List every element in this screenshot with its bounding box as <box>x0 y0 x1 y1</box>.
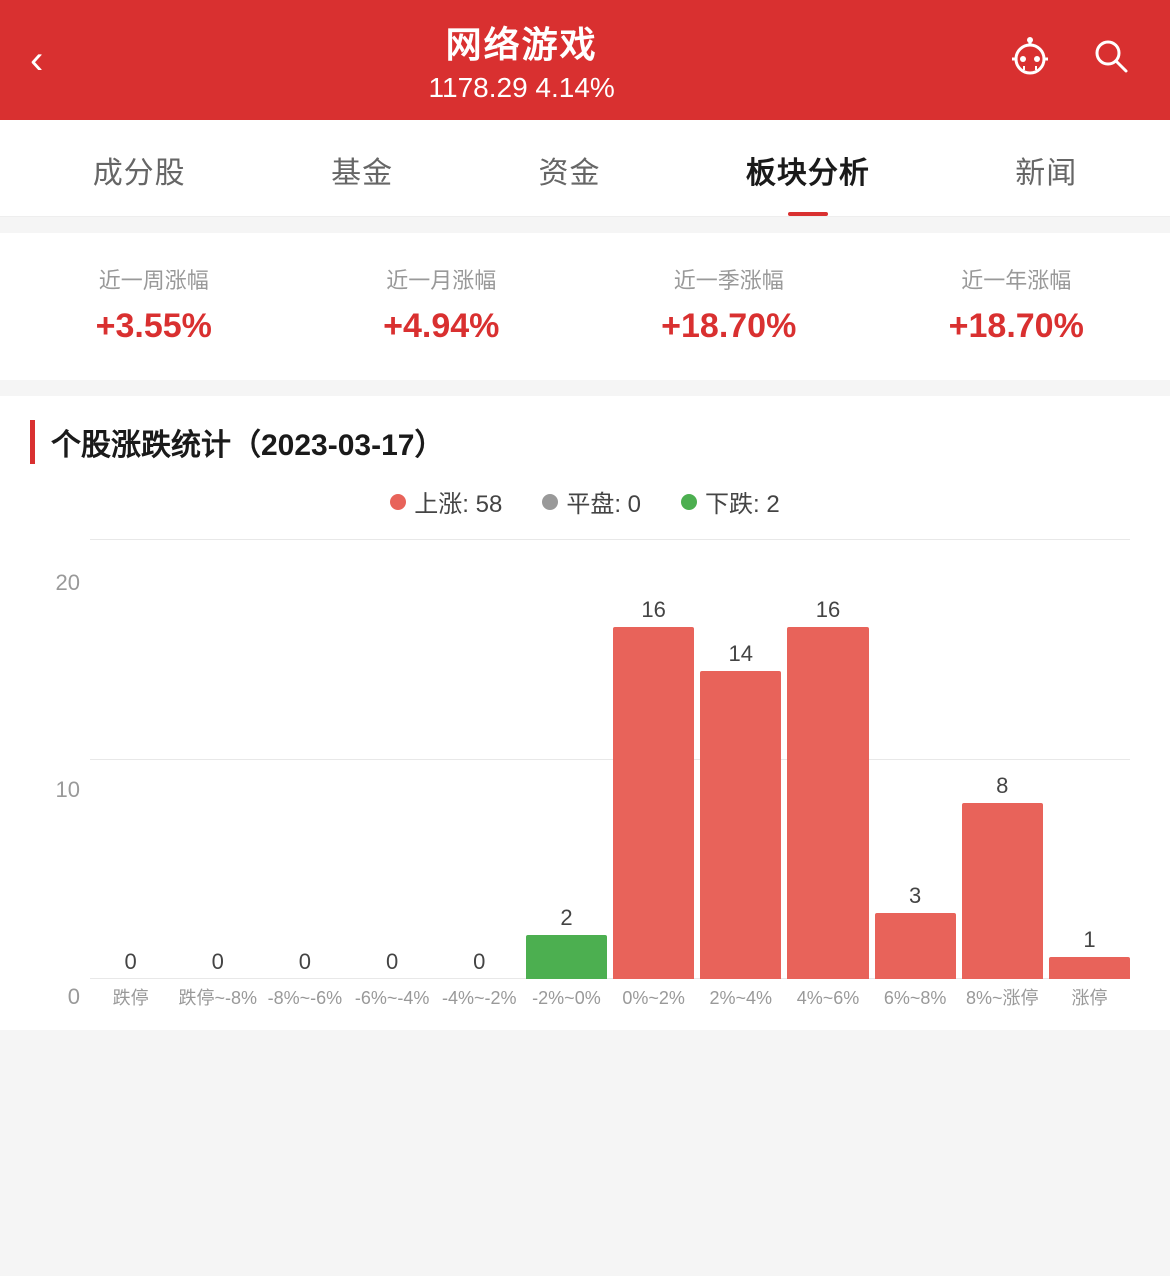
x-label-9: 6%~8% <box>875 987 956 1010</box>
x-label-7: 2%~4% <box>700 987 781 1010</box>
chart-wrapper: 20 10 0 000002161416381 跌停跌停~-8%-8%~-6%-… <box>40 539 1130 1010</box>
tab-fund[interactable]: 基金 <box>311 120 413 216</box>
chart-section: 个股涨跌统计（2023-03-17） 上涨: 58 平盘: 0 下跌: 2 20… <box>0 396 1170 1030</box>
bars-row: 0 0 0 0 0 2 16 14 16 3 8 1 <box>90 539 1130 979</box>
bar-value-5: 2 <box>560 905 572 931</box>
bar-7 <box>700 671 781 979</box>
bar-value-7: 14 <box>729 641 753 667</box>
tab-capital[interactable]: 资金 <box>518 120 620 216</box>
bar-col-8: 16 <box>787 597 868 979</box>
bar-8 <box>787 627 868 979</box>
legend-up: 上涨: 58 <box>390 484 502 519</box>
x-labels: 跌停跌停~-8% -8%~-6% -6%~-4% -4%~-2% -2%~0% 0%~2%… <box>90 987 1130 1010</box>
bar-11 <box>1049 957 1130 979</box>
section-title: 个股涨跌统计（2023-03-17） <box>30 420 1140 464</box>
x-label-6: 0%~2% <box>613 987 694 1010</box>
bar-col-6: 16 <box>613 597 694 979</box>
bar-value-2: 0 <box>299 949 311 975</box>
bar-value-11: 1 <box>1083 927 1095 953</box>
stat-quarter-label: 近一季涨幅 <box>590 263 868 295</box>
tab-sector-analysis[interactable]: 板块分析 <box>726 120 890 216</box>
x-label-4: -4%~-2% <box>439 987 520 1010</box>
stats-grid: 近一周涨幅 +3.55% 近一月涨幅 +4.94% 近一季涨幅 +18.70% … <box>0 233 1170 380</box>
stat-year-value: +18.70% <box>878 307 1156 346</box>
stat-month: 近一月涨幅 +4.94% <box>298 253 586 356</box>
x-label-0: 跌停 <box>90 987 171 1010</box>
bar-col-0: 0 <box>90 949 171 979</box>
search-icon[interactable] <box>1080 35 1140 85</box>
bar-value-1: 0 <box>212 949 224 975</box>
stat-year-label: 近一年涨幅 <box>878 263 1156 295</box>
page-title: 网络游戏 <box>43 16 1000 68</box>
header-icons <box>1000 33 1140 87</box>
bar-value-4: 0 <box>473 949 485 975</box>
stat-week-value: +3.55% <box>15 307 293 346</box>
bar-col-5: 2 <box>526 905 607 979</box>
legend-down-label: 下跌: 2 <box>705 484 780 519</box>
bar-9 <box>875 913 956 979</box>
bar-col-4: 0 <box>439 949 520 979</box>
stat-week: 近一周涨幅 +3.55% <box>10 253 298 356</box>
bar-value-0: 0 <box>124 949 136 975</box>
x-label-5: -2%~0% <box>526 987 607 1010</box>
bar-6 <box>613 627 694 979</box>
stat-month-value: +4.94% <box>303 307 581 346</box>
robot-icon[interactable] <box>1000 33 1060 87</box>
x-label-1: 跌停~-8% <box>177 987 258 1010</box>
bar-value-10: 8 <box>996 773 1008 799</box>
back-button[interactable]: ‹ <box>30 38 43 83</box>
header-subtitle: 1178.29 4.14% <box>43 72 1000 104</box>
x-label-10: 8%~涨停 <box>962 987 1043 1010</box>
y-axis: 20 10 0 <box>40 570 90 1010</box>
legend-up-dot <box>390 494 406 510</box>
chart-legend: 上涨: 58 平盘: 0 下跌: 2 <box>30 484 1140 519</box>
legend-up-label: 上涨: 58 <box>414 484 502 519</box>
stat-month-label: 近一月涨幅 <box>303 263 581 295</box>
bar-col-9: 3 <box>875 883 956 979</box>
bar-10 <box>962 803 1043 979</box>
stat-quarter-value: +18.70% <box>590 307 868 346</box>
y-label-10: 10 <box>40 777 80 803</box>
header: ‹ 网络游戏 1178.29 4.14% <box>0 0 1170 120</box>
legend-flat-dot <box>542 494 558 510</box>
tab-news[interactable]: 新闻 <box>995 120 1097 216</box>
bar-col-3: 0 <box>352 949 433 979</box>
bar-value-3: 0 <box>386 949 398 975</box>
bar-value-6: 16 <box>641 597 665 623</box>
bar-value-8: 16 <box>816 597 840 623</box>
bar-5 <box>526 935 607 979</box>
x-label-3: -6%~-4% <box>352 987 433 1010</box>
stat-year: 近一年涨幅 +18.70% <box>873 253 1161 356</box>
legend-flat-label: 平盘: 0 <box>566 484 641 519</box>
tab-bar: 成分股 基金 资金 板块分析 新闻 <box>0 120 1170 217</box>
tab-constituent-stocks[interactable]: 成分股 <box>73 120 206 216</box>
stat-quarter: 近一季涨幅 +18.70% <box>585 253 873 356</box>
bar-col-7: 14 <box>700 641 781 979</box>
x-label-2: -8%~-6% <box>264 987 345 1010</box>
legend-down-dot <box>681 494 697 510</box>
legend-flat: 平盘: 0 <box>542 484 641 519</box>
bar-col-2: 0 <box>264 949 345 979</box>
bar-col-1: 0 <box>177 949 258 979</box>
bar-col-11: 1 <box>1049 927 1130 979</box>
header-center: 网络游戏 1178.29 4.14% <box>43 16 1000 104</box>
bar-chart: 20 10 0 000002161416381 跌停跌停~-8%-8%~-6%-… <box>30 539 1140 1030</box>
y-label-0: 0 <box>40 984 80 1010</box>
legend-down: 下跌: 2 <box>681 484 780 519</box>
bar-col-10: 8 <box>962 773 1043 979</box>
stat-week-label: 近一周涨幅 <box>15 263 293 295</box>
bar-value-9: 3 <box>909 883 921 909</box>
y-label-20: 20 <box>40 570 80 596</box>
chart-area: 0 0 0 0 0 2 16 14 16 3 8 1 跌停跌停~-8% -8%~-6% -6%~-4% -4… <box>90 539 1130 1010</box>
x-label-11: 涨停 <box>1049 987 1130 1010</box>
x-label-8: 4%~6% <box>787 987 868 1010</box>
